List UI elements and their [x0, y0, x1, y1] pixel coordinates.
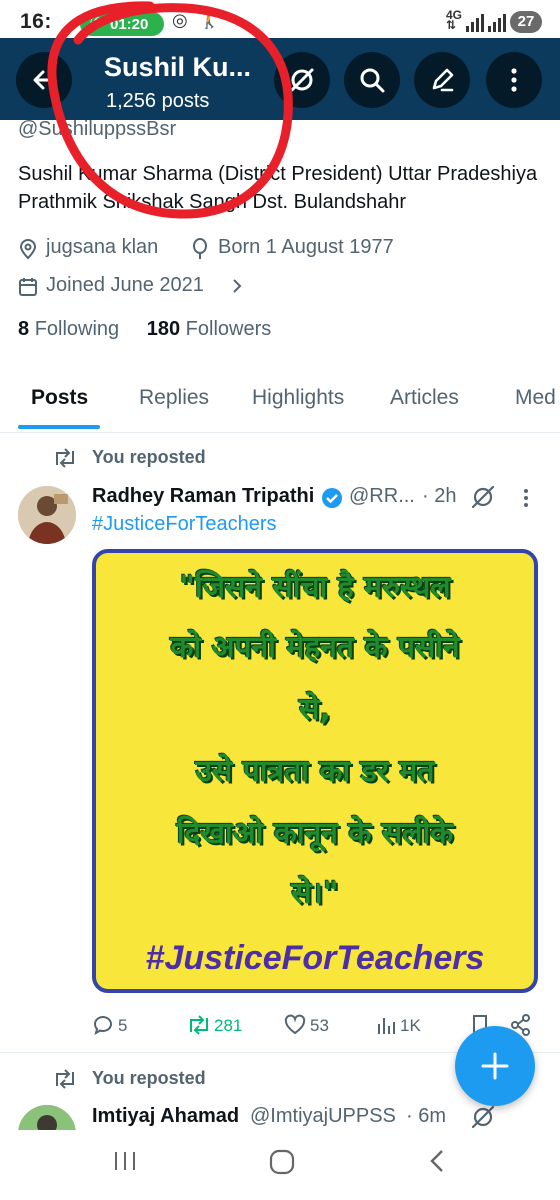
status-bar: 16: ✆ 01:20 ◎ 🚶 4G ⇅ 27 [0, 0, 560, 38]
grok-icon [290, 68, 314, 92]
balloon-icon [193, 238, 207, 259]
home-icon[interactable] [268, 1148, 296, 1176]
battery-indicator: 27 [510, 11, 542, 33]
search-icon [360, 68, 385, 93]
poster-hashtag: #JusticeForTeachers [145, 939, 485, 977]
views-button[interactable]: 1K [376, 1014, 436, 1040]
back-arrow-icon [33, 70, 56, 90]
repost-icon [56, 1069, 74, 1089]
poster-text-line: से, [299, 692, 331, 727]
post-author-name[interactable]: Imtiyaj Ahamad [92, 1105, 239, 1128]
signal-icon [488, 14, 506, 32]
verified-icon [322, 488, 342, 508]
avatar[interactable] [18, 486, 76, 544]
back-button[interactable] [16, 52, 72, 108]
post-hashtag[interactable]: #JusticeForTeachers [92, 513, 277, 536]
reply-icon [94, 1016, 112, 1036]
tab-media[interactable]: Med [515, 386, 556, 410]
walking-icon: 🚶 [198, 9, 221, 29]
call-indicator[interactable]: ✆ 01:20 [80, 12, 164, 36]
whatsapp-icon: ◎ [172, 10, 188, 30]
poster-text-line: से।" [291, 876, 339, 911]
system-navigation-bar [0, 1130, 560, 1200]
edit-profile-button[interactable] [414, 52, 470, 108]
poster-text-line: दिखाओ कानून के सलीके [176, 816, 454, 851]
grok-button[interactable] [274, 52, 330, 108]
tab-posts[interactable]: Posts [31, 386, 88, 410]
tab-highlights[interactable]: Highlights [252, 386, 344, 410]
call-timer: 01:20 [110, 16, 149, 33]
more-vert-icon [511, 68, 517, 92]
grok-icon[interactable] [470, 1104, 496, 1130]
signal-icon [466, 14, 484, 32]
header-name: Sushil Ku... [104, 52, 252, 82]
profile-joined[interactable]: Joined June 2021 [18, 274, 278, 302]
follow-stats: 8 Following 180 Followers [18, 318, 271, 341]
repost-context: You reposted [52, 447, 252, 471]
following-link[interactable]: 8 Following [18, 318, 119, 340]
network-type: 4G ⇅ [446, 8, 463, 32]
profile-tabs: Posts Replies Highlights Articles Med [0, 378, 560, 433]
poster-text-line: "जिसने सींचा है मरुस्थल [179, 570, 451, 605]
profile-header-bar: Sushil Ku... 1,256 posts [0, 38, 560, 120]
recent-apps-icon[interactable] [112, 1148, 138, 1174]
post-time: · 2h [422, 485, 457, 507]
repost-icon [190, 1015, 208, 1035]
profile-location: jugsana klan [18, 236, 218, 264]
poster-text-line: को अपनी मेहनत के पसीने [170, 630, 460, 665]
grok-icon[interactable] [470, 484, 496, 510]
calendar-icon [19, 278, 37, 296]
more-options-button[interactable] [486, 52, 542, 108]
compose-post-button[interactable] [455, 1026, 535, 1106]
reply-button[interactable]: 5 [92, 1014, 152, 1040]
status-time: 16: [20, 10, 52, 33]
location-icon [19, 239, 37, 260]
like-icon [284, 1014, 306, 1035]
phone-icon: ✆ [90, 14, 102, 30]
header-post-count: 1,256 posts [106, 90, 210, 112]
tab-articles[interactable]: Articles [390, 386, 459, 410]
post-author-handle[interactable]: @RR... [349, 485, 415, 508]
like-button[interactable]: 53 [284, 1014, 344, 1040]
profile-bio: Sushil Kumar Sharma (District President)… [18, 163, 538, 213]
post-time: · 6m [406, 1105, 446, 1127]
chevron-right-icon [233, 279, 242, 293]
poster-text-line: उसे पात्रता का डर मत [195, 754, 435, 789]
repost-button[interactable]: 281 [186, 1014, 256, 1040]
views-icon [378, 1018, 395, 1034]
active-tab-indicator [18, 425, 100, 429]
followers-link[interactable]: 180 Followers [147, 318, 272, 340]
tab-replies[interactable]: Replies [139, 386, 209, 410]
repost-context: You reposted [52, 1068, 252, 1092]
post-image[interactable]: "जिसने सींचा है मरुस्थल को अपनी मेहनत के… [92, 549, 538, 993]
profile-handle: @SushiluppssBsr [18, 118, 177, 140]
back-nav-icon[interactable] [426, 1148, 448, 1174]
more-horiz-icon[interactable] [516, 487, 536, 509]
profile-birthday: Born 1 August 1977 [190, 236, 430, 264]
plus-icon [481, 1052, 509, 1080]
search-button[interactable] [344, 52, 400, 108]
repost-icon [56, 448, 74, 468]
post-author-name[interactable]: Radhey Raman Tripathi [92, 485, 314, 508]
edit-icon [432, 68, 454, 92]
post-author-handle[interactable]: @ImtiyajUPPSS [250, 1105, 396, 1128]
